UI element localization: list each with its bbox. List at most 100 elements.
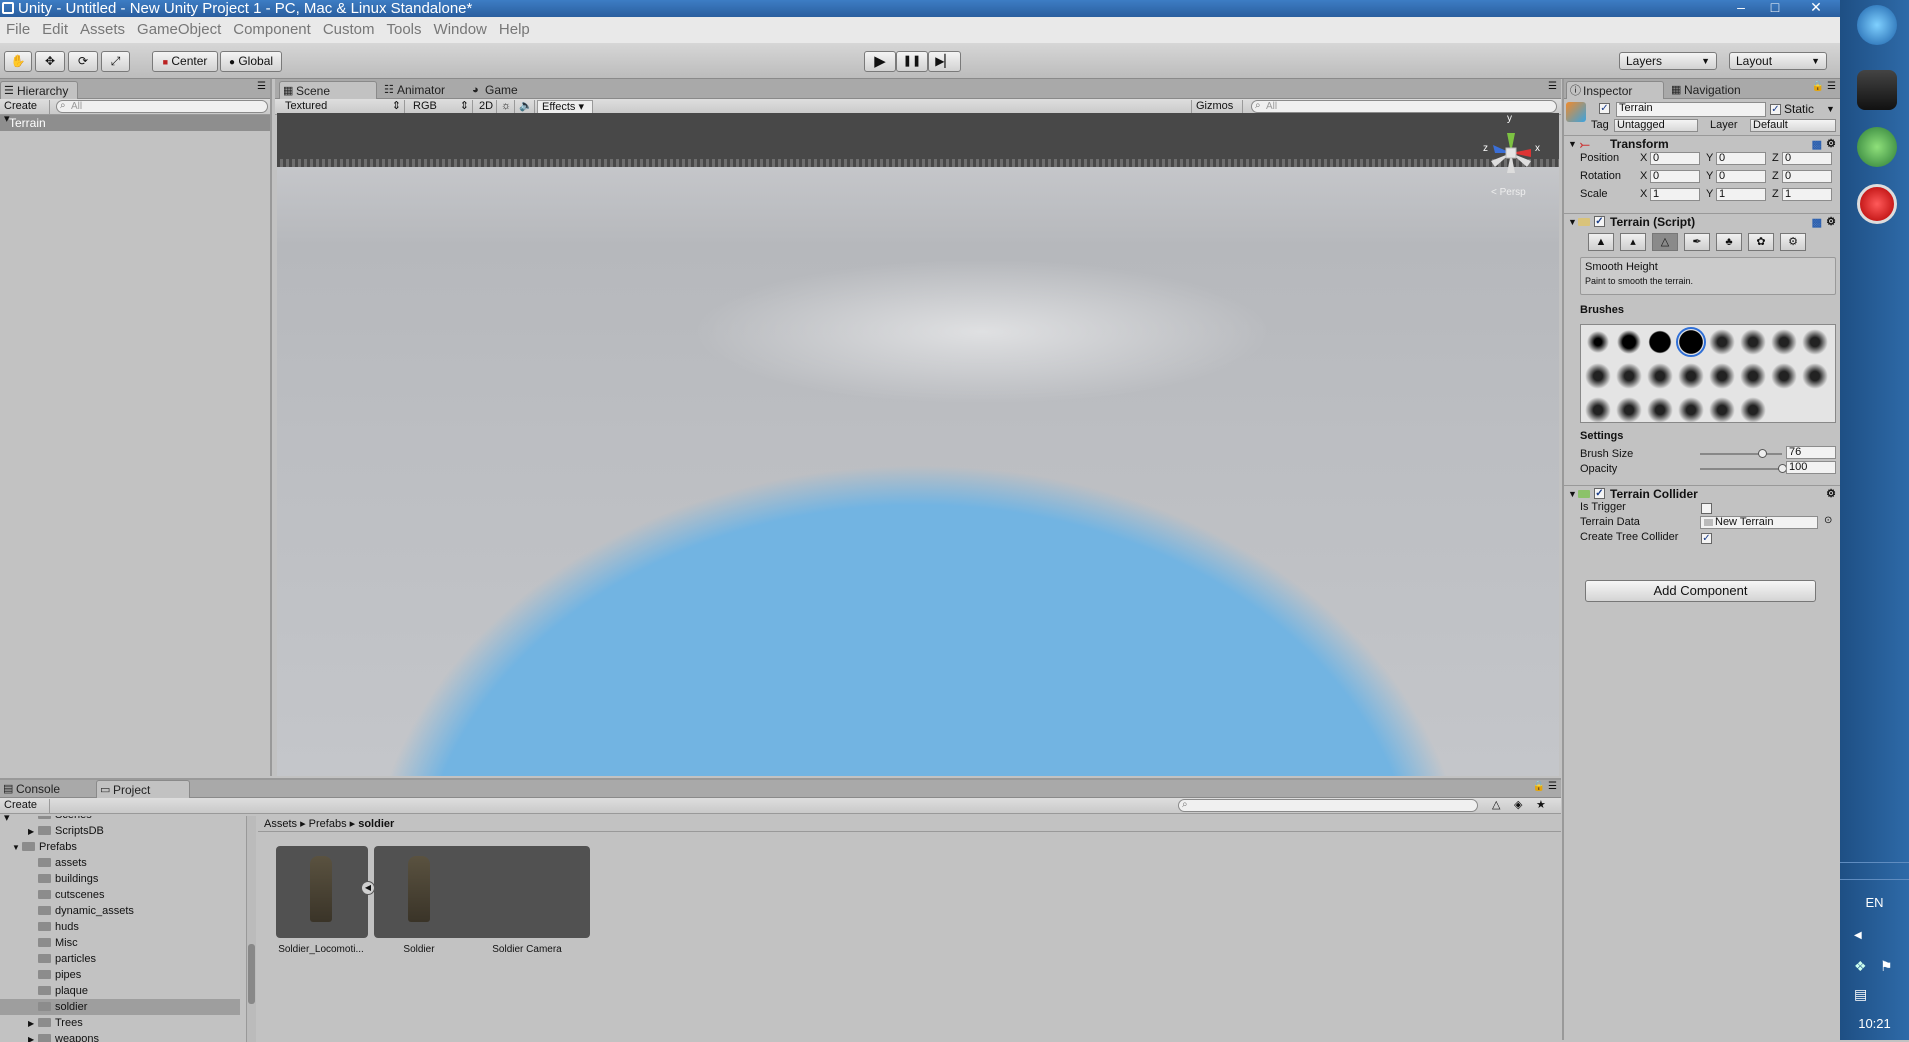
hierarchy-item-terrain[interactable]: Terrain [0,115,270,131]
panel-menu-icon[interactable]: ☰ [257,81,266,92]
tree-item-trees[interactable]: ▶ Trees [28,1015,246,1032]
audio-toggle[interactable]: 🔈 [515,100,535,114]
brush-8[interactable] [1802,329,1828,355]
pivot-center-button[interactable]: ■ Center [152,51,218,72]
brush-13[interactable] [1709,363,1735,389]
language-indicator[interactable]: EN [1840,895,1909,910]
brush-9[interactable] [1585,363,1611,389]
static-checkbox[interactable]: ✓ [1770,104,1781,115]
breadcrumb-assets[interactable]: Assets [264,818,297,830]
render-mode-dropdown[interactable]: Textured ⇕ [281,100,405,114]
foldout-arrow-icon[interactable]: ▶ [28,1032,38,1042]
tree-item-assets[interactable]: assets [28,855,246,871]
slider-knob[interactable] [1758,449,1768,458]
menu-tools[interactable]: Tools [381,17,428,43]
brush-12[interactable] [1678,363,1704,389]
rotate-tool-button[interactable]: ⟳ [68,51,98,72]
color-mode-dropdown[interactable]: RGB ⇕ [409,100,473,114]
brush-22[interactable] [1740,397,1766,423]
brush-1[interactable] [1585,329,1611,355]
brush-3[interactable] [1647,329,1673,355]
effects-dropdown[interactable]: Effects ▾ [537,100,593,114]
tree-item-cutscenes[interactable]: cutscenes [28,887,246,903]
brush-5[interactable] [1709,329,1735,355]
minimize-button[interactable]: – [1724,0,1758,17]
tag-dropdown[interactable]: Untagged [1614,119,1698,132]
layer-dropdown[interactable]: Default [1750,119,1836,132]
gizmos-dropdown[interactable]: Gizmos ▾ [1191,100,1243,125]
tree-item-scriptsdb[interactable]: ▶ ScriptsDB [28,823,246,840]
transform-position-x-field[interactable]: 0 [1650,152,1700,165]
place-trees-tool-tab[interactable]: ♣ [1716,233,1742,251]
tray-expand-icon[interactable]: ◀ [1854,930,1862,941]
tree-item-scenes[interactable]: Scenes [28,816,246,823]
breadcrumb-prefabs[interactable]: Prefabs [309,818,347,830]
panel-menu-icon[interactable]: ☰ [1548,781,1557,792]
tab-console[interactable]: ▤ Console [0,780,80,798]
tab-animator[interactable]: ☷ Animator [381,81,465,99]
menu-file[interactable]: File [0,17,36,43]
tree-scrollbar[interactable] [246,816,256,1042]
tree-item-weapons[interactable]: ▶ weapons [28,1031,246,1042]
tab-game[interactable]: ◕ Game [469,81,535,99]
scale-tool-button[interactable]: ⤢ [101,51,130,72]
paint-height-tool-tab[interactable]: ▴ [1620,233,1646,251]
brush-7[interactable] [1771,329,1797,355]
menu-assets[interactable]: Assets [74,17,131,43]
transform-header[interactable]: ▼ ⤚ Transform ▩ ⚙ [1564,135,1840,151]
breadcrumb-soldier[interactable]: soldier [358,818,394,830]
brush-15[interactable] [1771,363,1797,389]
tab-project[interactable]: ▭ Project [96,780,190,798]
smooth-height-tool-tab[interactable]: △ [1652,233,1678,251]
terrain-collider-header[interactable]: ▼ ✓ Terrain Collider ⚙ [1564,485,1840,501]
scene-viewport[interactable]: y x z < Persp [277,113,1559,776]
brush-6[interactable] [1740,329,1766,355]
is-trigger-checkbox[interactable] [1701,503,1712,514]
brush-4[interactable] [1676,327,1706,357]
terrain-enabled-checkbox[interactable]: ✓ [1594,216,1605,227]
transform-scale-x-field[interactable]: 1 [1650,188,1700,201]
asset-soldier-group[interactable] [374,846,590,938]
transform-position-y-field[interactable]: 0 [1716,152,1766,165]
tree-item-particles[interactable]: particles [28,951,246,967]
menu-component[interactable]: Component [227,17,317,43]
lock-icon[interactable]: 🔒 [1533,781,1545,792]
menu-help[interactable]: Help [493,17,536,43]
transform-rotation-x-field[interactable]: 0 [1650,170,1700,183]
transform-scale-z-field[interactable]: 1 [1782,188,1832,201]
brush-size-field[interactable]: 76 [1786,446,1836,459]
action-center-flag-icon[interactable]: ⚑ [1880,958,1893,975]
tree-item-plaque[interactable]: plaque [28,983,246,999]
hierarchy-search-input[interactable]: All [56,100,268,113]
hierarchy-create-dropdown[interactable]: Create ▾ [0,100,50,125]
pivot-global-button[interactable]: ● Global [220,51,282,72]
asset-soldier-locomotion[interactable] [276,846,368,938]
scrollbar-thumb[interactable] [248,944,255,1004]
lock-icon[interactable]: 🔒 [1812,81,1824,92]
brush-20[interactable] [1678,397,1704,423]
scene-search-input[interactable]: All [1251,100,1557,113]
brush-21[interactable] [1709,397,1735,423]
brush-2[interactable] [1616,329,1642,355]
brush-size-slider[interactable] [1700,449,1782,458]
gear-icon[interactable]: ⚙ [1826,136,1836,152]
start-orb-icon[interactable] [1857,5,1897,45]
menu-gameobject[interactable]: GameObject [131,17,227,43]
opacity-field[interactable]: 100 [1786,461,1836,474]
favorite-star-icon[interactable]: ★ [1536,798,1546,811]
help-book-icon[interactable]: ▩ [1812,215,1822,231]
foldout-arrow-icon[interactable]: ▶ [28,824,38,840]
steam-icon[interactable] [1857,70,1897,110]
orientation-gizmo[interactable]: y x z < Persp [1481,113,1541,203]
tree-item-pipes[interactable]: pipes [28,967,246,983]
close-button[interactable]: ✕ [1792,0,1840,17]
filter-by-type-icon[interactable]: △ [1492,798,1500,811]
terrain-data-field[interactable]: New Terrain [1700,516,1818,529]
pause-button[interactable]: ❚❚ [896,51,928,72]
help-book-icon[interactable]: ▩ [1812,137,1822,153]
menu-custom[interactable]: Custom [317,17,381,43]
menu-edit[interactable]: Edit [36,17,74,43]
object-name-field[interactable]: Terrain [1616,102,1766,117]
active-checkbox[interactable]: ✓ [1599,103,1610,114]
play-button[interactable]: ▶ [864,51,896,72]
